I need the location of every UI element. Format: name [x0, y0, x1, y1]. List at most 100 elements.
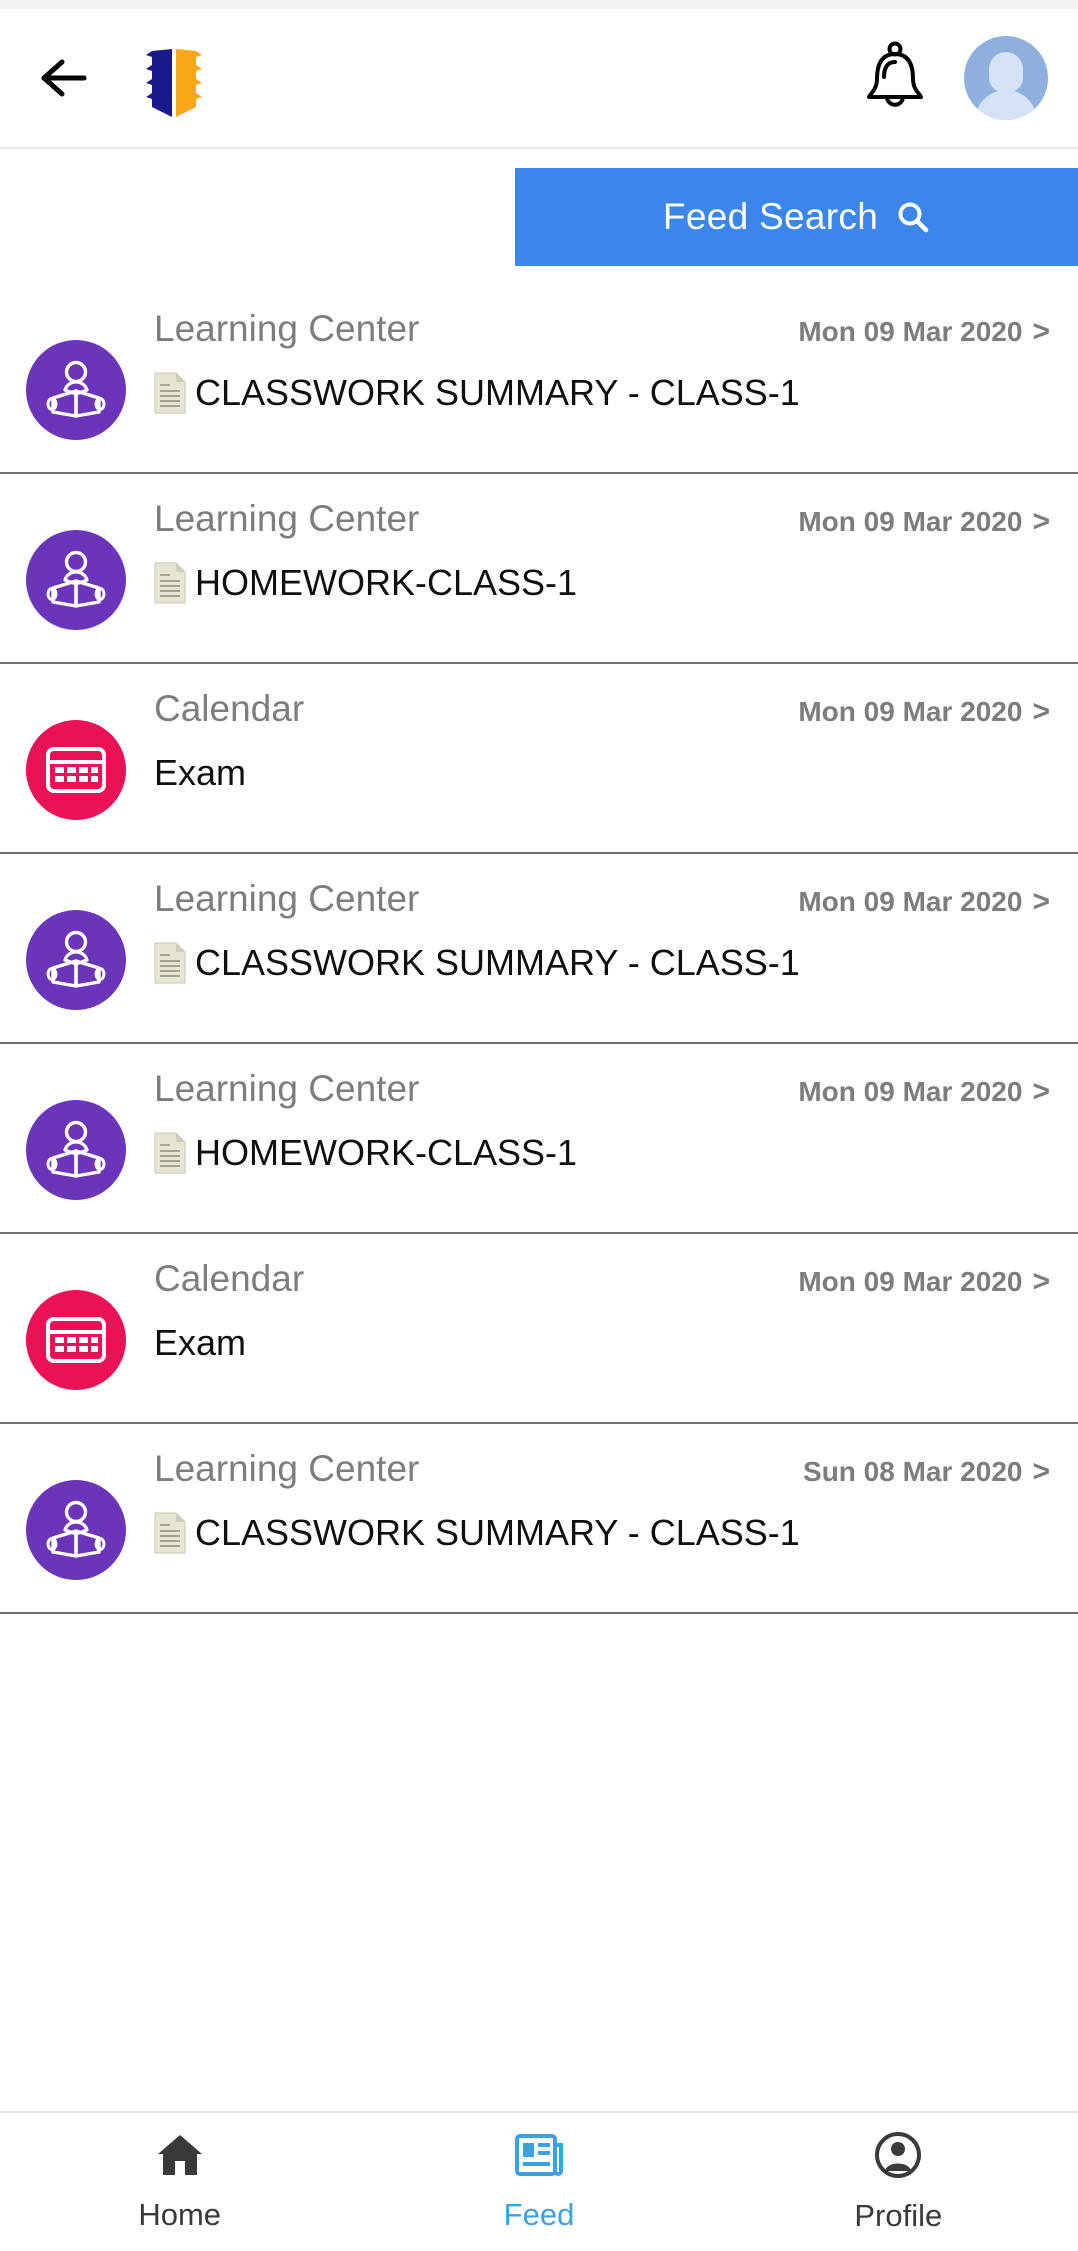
document-icon: [154, 1132, 186, 1174]
feed-item-icon: [26, 1290, 126, 1390]
document-icon: [154, 1512, 186, 1554]
feed-item-title-row: CLASSWORK SUMMARY - CLASS-1: [154, 1512, 1050, 1554]
feed-item-title: CLASSWORK SUMMARY - CLASS-1: [195, 1512, 800, 1553]
back-arrow-icon: [41, 59, 87, 97]
bottom-navigation: Home Feed Profile: [0, 2111, 1078, 2251]
search-icon: [898, 202, 929, 232]
feed-item-header: Calendar Mon 09 Mar 2020 >: [154, 1258, 1050, 1300]
reading-person-icon: [46, 360, 106, 418]
reading-person-icon: [46, 550, 106, 608]
feed-item-source: Learning Center: [154, 308, 420, 349]
open-book-logo: [146, 49, 202, 117]
reading-person-icon: [46, 930, 106, 988]
back-button[interactable]: [26, 40, 102, 116]
home-icon: [157, 2134, 202, 2175]
document-icon: [154, 562, 186, 604]
chevron-right-icon: >: [1032, 1455, 1050, 1488]
feed-item-body: Learning Center Mon 09 Mar 2020 > CLASSWORK…: [126, 308, 1050, 414]
feed-item-date[interactable]: Mon 09 Mar 2020 >: [798, 885, 1050, 919]
feed-item-title-row: HOMEWORK-CLASS-1: [154, 562, 1050, 604]
feed-item-source: Learning Center: [154, 1448, 420, 1489]
feed-item-header: Learning Center Mon 09 Mar 2020 >: [154, 1068, 1050, 1110]
feed-item-body: Learning Center Sun 08 Mar 2020 > CLASSWORK…: [126, 1448, 1050, 1554]
feed-item-icon: [26, 340, 126, 440]
feed-item-title-row: HOMEWORK-CLASS-1: [154, 1132, 1050, 1174]
feed-item-title: Exam: [154, 752, 247, 793]
avatar-body: [975, 90, 1037, 120]
feed-item-icon: [26, 1100, 126, 1200]
feed-item[interactable]: Learning Center Sun 08 Mar 2020 > CLASSWORK…: [0, 1424, 1078, 1614]
feed-item-source: Calendar: [154, 1258, 305, 1299]
feed-item[interactable]: Learning Center Mon 09 Mar 2020 > CLASSWORK…: [0, 284, 1078, 474]
chevron-right-icon: >: [1032, 885, 1050, 918]
avatar[interactable]: [964, 36, 1048, 120]
feed-item-source: Calendar: [154, 688, 305, 729]
app-logo[interactable]: [126, 35, 222, 121]
person-circle-icon: [874, 2131, 922, 2184]
feed-item-title: CLASSWORK SUMMARY - CLASS-1: [195, 372, 800, 413]
reading-person-icon: [46, 1500, 106, 1558]
feed-item-body: Learning Center Mon 09 Mar 2020 > HOMEWORK-…: [126, 1068, 1050, 1174]
feed-item[interactable]: Learning Center Mon 09 Mar 2020 > HOMEWORK-…: [0, 1044, 1078, 1234]
feed-item[interactable]: Learning Center Mon 09 Mar 2020 > HOMEWORK-…: [0, 474, 1078, 664]
feed-item-date[interactable]: Sun 08 Mar 2020 >: [803, 1455, 1050, 1489]
feed-item-title: Exam: [154, 1322, 247, 1363]
nav-item-profile[interactable]: Profile: [719, 2113, 1078, 2251]
feed-item-date-text: Mon 09 Mar 2020: [798, 506, 1023, 537]
feed-item-icon: [26, 720, 126, 820]
status-strip: [0, 0, 1078, 9]
feed-item-icon: [26, 1480, 126, 1580]
feed-item-date[interactable]: Mon 09 Mar 2020 >: [798, 315, 1050, 349]
notifications-button[interactable]: [852, 35, 938, 121]
feed-item-date-text: Mon 09 Mar 2020: [798, 696, 1023, 727]
nav-item-label: Feed: [503, 2196, 575, 2232]
feed-item-title-row: Exam: [154, 1322, 1050, 1364]
feed-item[interactable]: Learning Center Mon 09 Mar 2020 > CLASSWORK…: [0, 854, 1078, 1044]
feed-item-date-text: Mon 09 Mar 2020: [798, 1266, 1023, 1297]
feed-item-body: Calendar Mon 09 Mar 2020 > Exam: [126, 1258, 1050, 1364]
feed-item-source: Learning Center: [154, 878, 420, 919]
feed-item-body: Calendar Mon 09 Mar 2020 > Exam: [126, 688, 1050, 794]
feed-item-date[interactable]: Mon 09 Mar 2020 >: [798, 505, 1050, 539]
newspaper-icon: [514, 2132, 564, 2183]
chevron-right-icon: >: [1032, 1075, 1050, 1108]
notification-bell-icon: [867, 41, 923, 107]
feed-search-button[interactable]: Feed Search: [515, 167, 1078, 266]
feed-item-title: HOMEWORK-CLASS-1: [195, 562, 578, 603]
feed-item-date-text: Mon 09 Mar 2020: [798, 316, 1023, 347]
feed-item-title: HOMEWORK-CLASS-1: [195, 1132, 578, 1173]
feed-item-title-row: CLASSWORK SUMMARY - CLASS-1: [154, 372, 1050, 414]
feed-item-date-text: Mon 09 Mar 2020: [798, 1076, 1023, 1107]
chevron-right-icon: >: [1032, 505, 1050, 538]
feed-search-label: Feed Search: [662, 195, 879, 237]
calendar-icon: [46, 1317, 106, 1363]
nav-item-home[interactable]: Home: [0, 2113, 359, 2251]
feed-item-icon: [26, 530, 126, 630]
feed-item-icon: [26, 910, 126, 1010]
feed-item-date[interactable]: Mon 09 Mar 2020 >: [798, 1075, 1050, 1109]
feed-list[interactable]: Learning Center Mon 09 Mar 2020 > CLASSWORK…: [0, 284, 1078, 2111]
feed-item-body: Learning Center Mon 09 Mar 2020 > HOMEWORK-…: [126, 498, 1050, 604]
reading-person-icon: [46, 1120, 106, 1178]
feed-item-body: Learning Center Mon 09 Mar 2020 > CLASSWORK…: [126, 878, 1050, 984]
chevron-right-icon: >: [1032, 315, 1050, 348]
feed-item-header: Learning Center Mon 09 Mar 2020 >: [154, 308, 1050, 350]
document-icon: [154, 372, 186, 414]
nav-item-label: Home: [138, 2196, 222, 2232]
feed-item-header: Learning Center Mon 09 Mar 2020 >: [154, 878, 1050, 920]
app-header: [0, 9, 1078, 149]
feed-item-date-text: Sun 08 Mar 2020: [803, 1456, 1023, 1487]
feed-item[interactable]: Calendar Mon 09 Mar 2020 > Exam: [0, 664, 1078, 854]
feed-item[interactable]: Calendar Mon 09 Mar 2020 > Exam: [0, 1234, 1078, 1424]
feed-item-title: CLASSWORK SUMMARY - CLASS-1: [195, 942, 800, 983]
feed-item-header: Learning Center Sun 08 Mar 2020 >: [154, 1448, 1050, 1490]
feed-item-date[interactable]: Mon 09 Mar 2020 >: [798, 1265, 1050, 1299]
feed-item-title-row: CLASSWORK SUMMARY - CLASS-1: [154, 942, 1050, 984]
feed-item-source: Learning Center: [154, 1068, 420, 1109]
newspaper-icon: [514, 2133, 563, 2176]
feed-item-date[interactable]: Mon 09 Mar 2020 >: [798, 695, 1050, 729]
nav-item-feed[interactable]: Feed: [359, 2113, 718, 2251]
chevron-right-icon: >: [1032, 695, 1050, 728]
nav-item-label: Profile: [854, 2197, 943, 2233]
feed-item-title-row: Exam: [154, 752, 1050, 794]
